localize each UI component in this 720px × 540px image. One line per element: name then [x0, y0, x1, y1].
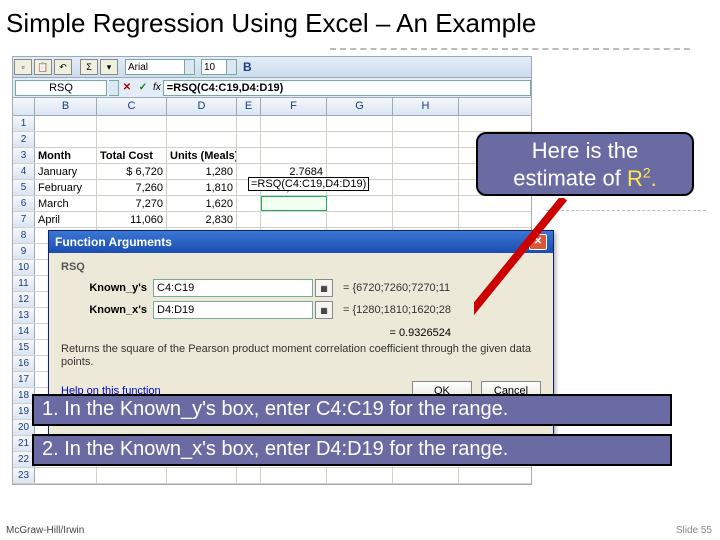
editing-cell-overflow: =RSQ(C4:C19,D4:D19) [248, 177, 369, 191]
select-all-corner[interactable] [13, 98, 35, 115]
name-box[interactable]: RSQ [15, 80, 107, 96]
row-hdr[interactable]: 13 [13, 308, 35, 323]
function-result: = 0.9326524 [61, 327, 541, 339]
row-hdr[interactable]: 23 [13, 468, 35, 483]
col-H[interactable]: H [393, 98, 459, 115]
known-x-input[interactable] [153, 301, 313, 319]
cancel-icon[interactable]: ✕ [120, 81, 134, 95]
arrow-icon [474, 198, 634, 368]
instruction-2: 2. In the Known_x's box, enter D4:D19 fo… [32, 434, 672, 466]
row-hdr[interactable]: 4 [13, 164, 35, 179]
column-headers: B C D E F G H [13, 98, 531, 116]
cell[interactable]: April [35, 212, 97, 227]
col-B[interactable]: B [35, 98, 97, 115]
cell[interactable]: $ 6,720 [97, 164, 167, 179]
new-icon[interactable]: ▫ [14, 59, 32, 75]
col-E[interactable]: E [237, 98, 261, 115]
known-x-label: Known_x's [61, 304, 147, 316]
dialog-title-text: Function Arguments [55, 235, 172, 249]
font-size-select[interactable]: 10 [201, 59, 227, 75]
callout-line2a: estimate of [513, 166, 627, 191]
formula-bar: RSQ ✕ ✓ fx =RSQ(C4:C19,D4:D19) [12, 78, 532, 98]
toolbar: ▫ 📋 ↶ Σ ▾ Arial 10 B [12, 56, 532, 78]
row-hdr[interactable]: 10 [13, 260, 35, 275]
callout-dot: . [651, 166, 657, 191]
instruction-1: 1. In the Known_y's box, enter C4:C19 fo… [32, 394, 672, 426]
row-hdr[interactable]: 11 [13, 276, 35, 291]
fx-icon[interactable]: fx [153, 82, 161, 93]
cell[interactable]: 7,260 [97, 180, 167, 195]
callout-r2-letter: R [627, 166, 643, 191]
row-hdr[interactable]: 15 [13, 340, 35, 355]
page-title: Simple Regression Using Excel – An Examp… [0, 0, 720, 43]
callout-r2-sup: 2 [643, 164, 651, 180]
cell[interactable]: 7,270 [97, 196, 167, 211]
cell[interactable]: 2,830 [167, 212, 237, 227]
known-y-input[interactable] [153, 279, 313, 297]
col-D[interactable]: D [167, 98, 237, 115]
row-hdr[interactable]: 16 [13, 356, 35, 371]
enter-icon[interactable]: ✓ [136, 81, 150, 95]
cell[interactable]: 11,060 [97, 212, 167, 227]
cell[interactable]: 1,280 [167, 164, 237, 179]
cell[interactable]: 1,620 [167, 196, 237, 211]
cell[interactable]: 1,810 [167, 180, 237, 195]
active-cell[interactable] [261, 196, 327, 211]
row-hdr[interactable]: 17 [13, 372, 35, 387]
name-box-dd-icon[interactable] [109, 80, 119, 96]
row-hdr[interactable]: 1 [13, 116, 35, 131]
row-hdr[interactable]: 14 [13, 324, 35, 339]
callout-r2: Here is the estimate of R2. [476, 132, 694, 196]
known-y-preview: = {6720;7260;7270;11 [343, 282, 450, 294]
row-hdr[interactable]: 12 [13, 292, 35, 307]
paste-icon[interactable]: 📋 [34, 59, 52, 75]
cell[interactable]: Month [35, 148, 97, 163]
row-hdr[interactable]: 7 [13, 212, 35, 227]
known-x-preview: = {1280;1810;1620;28 [343, 304, 451, 316]
font-name-dd-icon[interactable] [185, 59, 195, 75]
function-name-label: RSQ [61, 261, 541, 273]
font-size-dd-icon[interactable] [227, 59, 237, 75]
col-C[interactable]: C [97, 98, 167, 115]
bold-button[interactable]: B [243, 60, 252, 74]
col-G[interactable]: G [327, 98, 393, 115]
sort-icon[interactable]: ▾ [100, 59, 118, 75]
range-picker-icon[interactable]: ▦ [315, 279, 333, 297]
sum-icon[interactable]: Σ [80, 59, 98, 75]
undo-icon[interactable]: ↶ [54, 59, 72, 75]
row-hdr[interactable]: 6 [13, 196, 35, 211]
row-hdr[interactable]: 2 [13, 132, 35, 147]
known-y-label: Known_y's [61, 282, 147, 294]
cell[interactable]: March [35, 196, 97, 211]
decorative-dash [330, 48, 690, 50]
font-name-select[interactable]: Arial [125, 59, 185, 75]
cell[interactable]: Total Cost [97, 148, 167, 163]
row-hdr[interactable]: 9 [13, 244, 35, 259]
row-hdr[interactable]: 8 [13, 228, 35, 243]
range-picker-icon[interactable]: ▦ [315, 301, 333, 319]
cell[interactable]: February [35, 180, 97, 195]
callout-line1: Here is the [532, 138, 638, 163]
footer-right: Slide 55 [676, 525, 712, 536]
row-hdr[interactable]: 5 [13, 180, 35, 195]
row-hdr[interactable]: 3 [13, 148, 35, 163]
cell[interactable]: January [35, 164, 97, 179]
function-description: Returns the square of the Pearson produc… [61, 343, 541, 369]
cell[interactable]: Units (Meals) [167, 148, 237, 163]
formula-input[interactable]: =RSQ(C4:C19,D4:D19) [163, 80, 531, 96]
footer-left: McGraw-Hill/Irwin [6, 525, 84, 536]
col-F[interactable]: F [261, 98, 327, 115]
